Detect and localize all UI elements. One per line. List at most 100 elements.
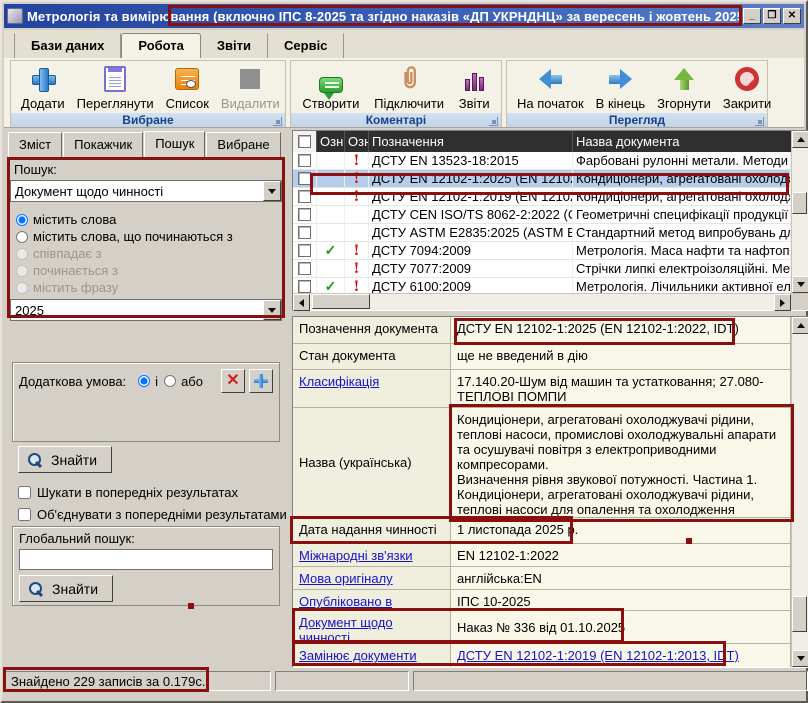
view-button[interactable]: Переглянути bbox=[71, 63, 160, 113]
delete-button: Видалити bbox=[215, 63, 286, 113]
attach-button[interactable]: Підключити bbox=[368, 63, 450, 113]
scroll-thumb[interactable] bbox=[312, 294, 370, 309]
list-icon bbox=[175, 68, 199, 90]
close-db-button[interactable]: Закрити bbox=[717, 63, 777, 113]
row-checkbox[interactable] bbox=[298, 226, 311, 239]
table-row[interactable]: ДСТУ ASTM E2835:2025 (ASTM E28: Стандарт… bbox=[293, 224, 791, 242]
scroll-right-icon[interactable] bbox=[774, 294, 791, 311]
row-checkbox[interactable] bbox=[298, 172, 311, 185]
table-row[interactable]: ✓ ! ДСТУ 6100:2009 Метрологія. Лічильник… bbox=[293, 278, 791, 293]
radio-input[interactable] bbox=[16, 214, 28, 226]
row-checkbox[interactable] bbox=[298, 262, 311, 275]
status-found-records: Знайдено 229 записів за 0.179с. bbox=[5, 671, 271, 691]
reports-button[interactable]: Звіти bbox=[453, 63, 496, 113]
scroll-down-icon[interactable] bbox=[792, 650, 808, 667]
collapse-button[interactable]: Згорнути bbox=[651, 63, 717, 113]
group-expand-icon[interactable] bbox=[489, 117, 498, 126]
tab-zmist[interactable]: Зміст bbox=[8, 132, 62, 157]
doc-name: Стандартний метод випробувань для bbox=[573, 224, 791, 241]
button-label: На початок bbox=[517, 96, 584, 111]
comment-icon bbox=[319, 77, 343, 93]
scroll-up-icon[interactable] bbox=[792, 317, 808, 334]
radio-input[interactable] bbox=[164, 375, 176, 387]
table-row[interactable]: ! ДСТУ EN 12102-1:2019 (EN 12102-1 Конди… bbox=[293, 188, 791, 206]
group-label: Перегляд bbox=[609, 113, 665, 127]
grid-vertical-scrollbar[interactable] bbox=[791, 131, 808, 293]
grid-horizontal-scrollbar[interactable] bbox=[293, 293, 808, 310]
column-header-mark1[interactable]: Озн bbox=[317, 131, 345, 152]
table-row-selected[interactable]: ! ДСТУ EN 12102-1:2025 (EN 12102-1 Конди… bbox=[293, 170, 791, 188]
create-comment-button[interactable]: Створити bbox=[296, 63, 365, 113]
add-condition-button[interactable] bbox=[249, 369, 273, 393]
radio-and[interactable]: і bbox=[138, 374, 158, 389]
close-button[interactable]: ✕ bbox=[783, 8, 801, 24]
radio-or[interactable]: або bbox=[164, 374, 203, 389]
radio-contains-words[interactable]: містить слова bbox=[16, 212, 282, 227]
maximize-button[interactable]: ❐ bbox=[763, 8, 781, 24]
row-checkbox[interactable] bbox=[298, 280, 311, 293]
row-checkbox[interactable] bbox=[298, 154, 311, 167]
row-checkbox[interactable] bbox=[298, 244, 311, 257]
table-row[interactable]: ✓ ! ДСТУ 7094:2009 Метрологія. Маса нафт… bbox=[293, 242, 791, 260]
remove-condition-button[interactable]: ✕ bbox=[221, 369, 245, 393]
replaces-documents-link[interactable]: Замінює документи bbox=[293, 644, 451, 667]
checkbox-search-previous[interactable]: Шукати в попередніх результатах bbox=[18, 485, 238, 500]
scroll-thumb[interactable] bbox=[792, 596, 807, 632]
radio-input[interactable] bbox=[138, 375, 150, 387]
row-checkbox[interactable] bbox=[298, 208, 311, 221]
find-button[interactable]: Знайти bbox=[18, 446, 112, 473]
checkbox-input[interactable] bbox=[18, 486, 31, 499]
doc-name: Метрологія. Маса нафти та нафтопрод bbox=[573, 242, 791, 259]
list-button[interactable]: Список bbox=[160, 63, 215, 113]
doc-code: ДСТУ EN 12102-1:2019 (EN 12102-1 bbox=[369, 188, 573, 205]
search-field-combobox[interactable]: Документ щодо чинності bbox=[10, 180, 282, 202]
tab-pokazhchyk[interactable]: Покажчик bbox=[63, 132, 143, 157]
radio-input[interactable] bbox=[16, 231, 28, 243]
chevron-down-icon[interactable] bbox=[263, 181, 281, 201]
column-header-name[interactable]: Назва документа bbox=[573, 131, 791, 152]
search-term-combobox[interactable]: 2025 bbox=[10, 299, 282, 321]
column-header-code[interactable]: Позначення bbox=[369, 131, 573, 152]
minimize-button[interactable]: _ bbox=[743, 8, 761, 24]
valid-mark-icon bbox=[317, 188, 345, 205]
scroll-left-icon[interactable] bbox=[293, 294, 310, 311]
column-header-mark2[interactable]: Озн bbox=[345, 131, 369, 152]
original-language-link[interactable]: Мова оригіналу bbox=[293, 567, 451, 589]
scroll-down-icon[interactable] bbox=[792, 276, 808, 293]
group-expand-icon[interactable] bbox=[755, 117, 764, 126]
go-end-button[interactable]: В кінець bbox=[590, 63, 652, 113]
classification-link[interactable]: Класифікація bbox=[293, 370, 451, 407]
published-in-link[interactable]: Опубліковано в bbox=[293, 590, 451, 610]
radio-label: містить слова bbox=[33, 212, 116, 227]
details-vertical-scrollbar[interactable] bbox=[791, 317, 808, 667]
scroll-thumb[interactable] bbox=[792, 192, 807, 214]
doc-code: ДСТУ CEN ISO/TS 8062-2:2022 (CEI bbox=[369, 206, 573, 223]
row-checkbox[interactable] bbox=[298, 190, 311, 203]
global-search-input[interactable] bbox=[19, 549, 273, 570]
checkbox-input[interactable] bbox=[18, 508, 31, 521]
tab-robota[interactable]: Робота bbox=[121, 33, 201, 59]
replaced-document-link[interactable]: ДСТУ EN 12102-1:2019 (EN 12102-1:2013, I… bbox=[451, 644, 790, 667]
tab-vybrane[interactable]: Вибране bbox=[206, 132, 280, 157]
table-row[interactable]: ДСТУ CEN ISO/TS 8062-2:2022 (CEI Геометр… bbox=[293, 206, 791, 224]
valid-mark-icon: ✓ bbox=[317, 278, 345, 293]
table-row[interactable]: ! ДСТУ EN 13523-18:2015 Фарбовані рулонн… bbox=[293, 152, 791, 170]
tab-poshuk[interactable]: Пошук bbox=[144, 131, 205, 158]
button-label: Закрити bbox=[723, 96, 771, 111]
detail-label: Стан документа bbox=[293, 344, 451, 369]
global-find-button[interactable]: Знайти bbox=[19, 575, 113, 602]
select-all-checkbox[interactable] bbox=[293, 131, 317, 152]
add-button[interactable]: Додати bbox=[15, 63, 71, 113]
tab-zvity[interactable]: Звіти bbox=[201, 33, 268, 58]
international-links-link[interactable]: Міжнародні зв'язки bbox=[293, 544, 451, 566]
table-row[interactable]: ! ДСТУ 7077:2009 Стрічки липкі електроіз… bbox=[293, 260, 791, 278]
go-start-button[interactable]: На початок bbox=[511, 63, 590, 113]
group-expand-icon[interactable] bbox=[273, 117, 282, 126]
tab-bazy-danykh[interactable]: Бази даних bbox=[14, 33, 121, 58]
validity-document-link[interactable]: Документ щодо чинності bbox=[293, 611, 451, 643]
scroll-up-icon[interactable] bbox=[792, 131, 808, 148]
chevron-down-icon[interactable] bbox=[263, 300, 281, 320]
checkbox-union-previous[interactable]: Об'єднувати з попередніми результатами bbox=[18, 507, 287, 522]
radio-starts-with-words[interactable]: містить слова, що починаються з bbox=[16, 229, 282, 244]
tab-servis[interactable]: Сервіс bbox=[268, 33, 344, 58]
